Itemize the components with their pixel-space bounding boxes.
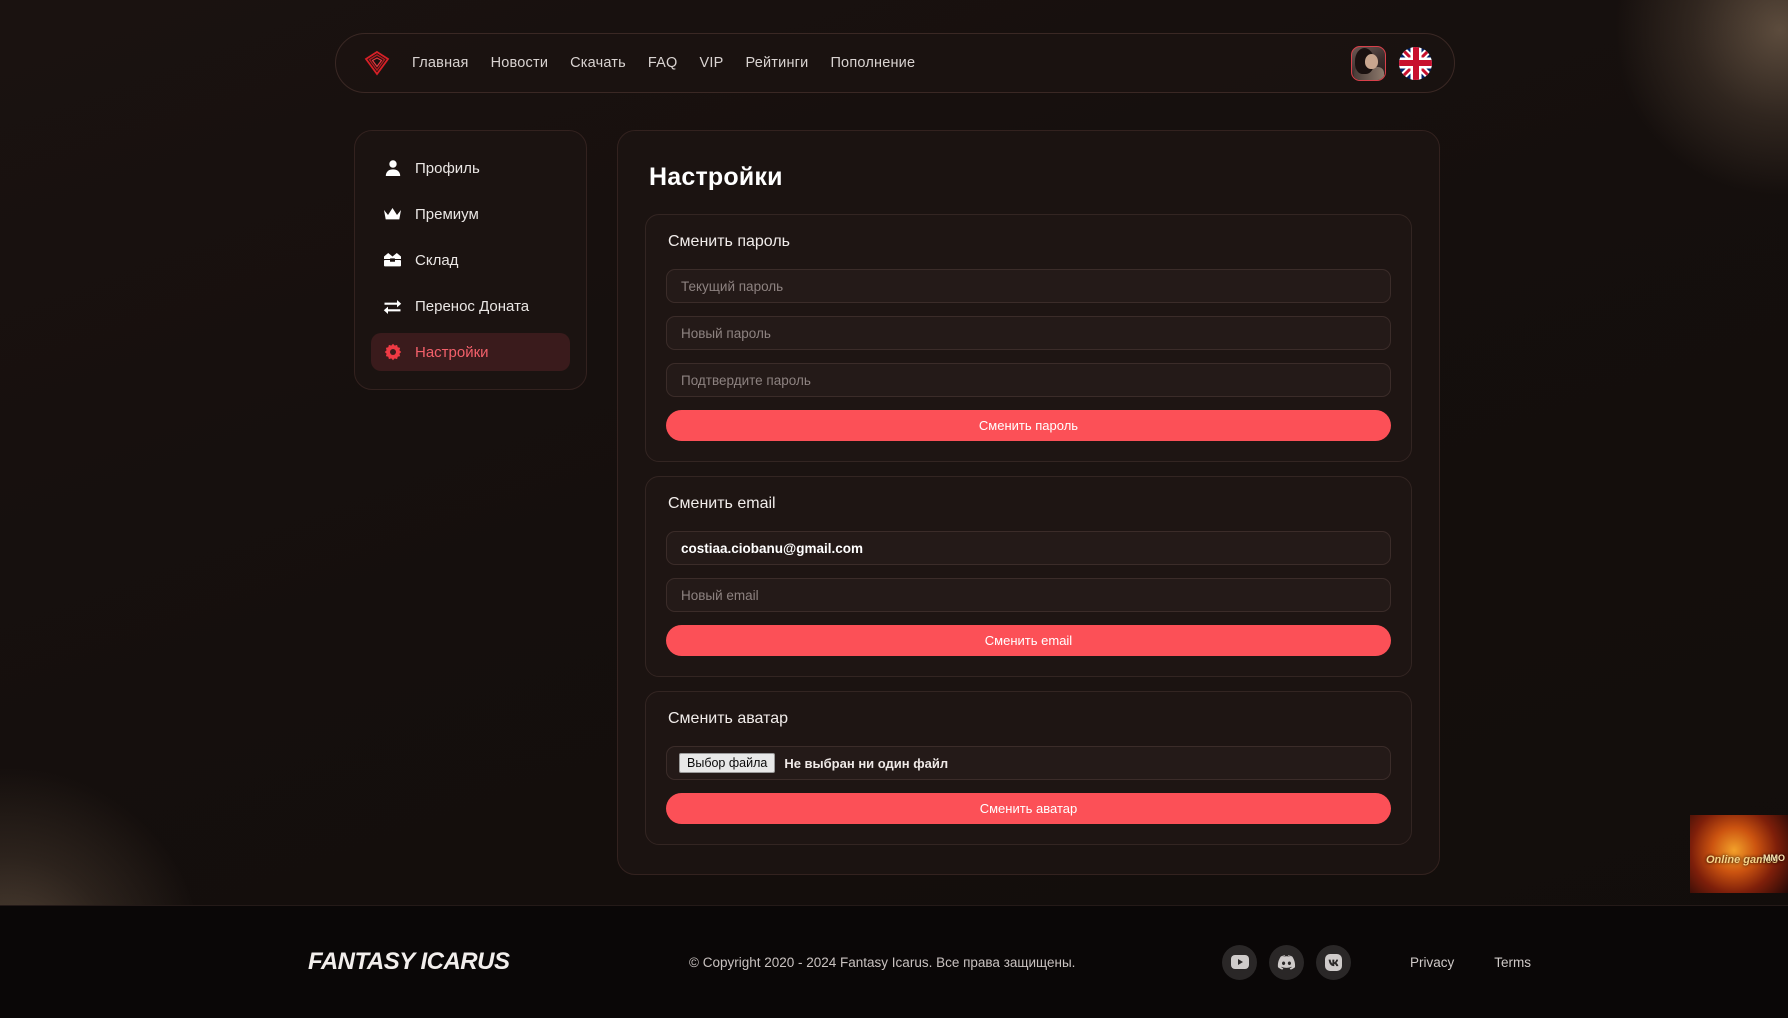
footer: FANTASY ICARUS © Copyright 2020 - 2024 F… bbox=[0, 905, 1788, 1018]
avatar-face bbox=[1365, 53, 1378, 69]
banner-ad[interactable]: Online games MMO bbox=[1690, 815, 1788, 893]
change-email-title: Сменить email bbox=[668, 495, 776, 512]
change-avatar-button[interactable]: Сменить аватар bbox=[666, 793, 1391, 824]
youtube-icon bbox=[1230, 955, 1249, 969]
flag-cross-red-h bbox=[1399, 60, 1432, 66]
sidebar-item-label: Перенос Доната bbox=[415, 297, 530, 315]
discord-icon bbox=[1277, 954, 1296, 970]
change-avatar-title: Сменить аватар bbox=[668, 710, 789, 727]
page-title: Настройки bbox=[649, 163, 783, 191]
nav-link-faq[interactable]: FAQ bbox=[648, 55, 678, 71]
change-password-button[interactable]: Сменить пароль bbox=[666, 410, 1391, 441]
change-avatar-section: Сменить аватар Выбор файла Не выбран ни … bbox=[645, 691, 1412, 845]
footer-copyright: © Copyright 2020 - 2024 Fantasy Icarus. … bbox=[689, 954, 1076, 970]
nav-link-vip[interactable]: VIP bbox=[700, 55, 724, 71]
user-icon bbox=[383, 159, 402, 178]
sidebar-item-label: Профиль bbox=[415, 159, 480, 177]
top-navigation-bar: Главная Новости Скачать FAQ VIP Рейтинги… bbox=[335, 33, 1455, 93]
box-icon bbox=[383, 251, 402, 270]
youtube-link[interactable] bbox=[1222, 944, 1257, 980]
nav-link-novosti[interactable]: Новости bbox=[491, 55, 549, 71]
nav-link-skachat[interactable]: Скачать bbox=[570, 55, 626, 71]
nav-link-popolnenie[interactable]: Пополнение bbox=[830, 55, 915, 71]
avatar-file-input[interactable]: Выбор файла Не выбран ни один файл bbox=[666, 746, 1391, 780]
vk-icon bbox=[1325, 953, 1342, 971]
sidebar-item-warehouse[interactable]: Склад bbox=[371, 241, 570, 279]
sidebar-item-label: Настройки bbox=[415, 343, 489, 361]
settings-panel: Настройки Сменить пароль Сменить пароль … bbox=[617, 130, 1440, 875]
nav-link-glavnaya[interactable]: Главная bbox=[412, 55, 469, 71]
new-email-input[interactable] bbox=[666, 578, 1391, 612]
current-password-input[interactable] bbox=[666, 269, 1391, 303]
sidebar: Профиль Премиум Склад Перенос Доната Нас… bbox=[354, 130, 587, 390]
diamond-gem-logo-icon bbox=[364, 50, 390, 76]
sidebar-item-label: Премиум bbox=[415, 205, 479, 223]
file-status-label: Не выбран ни один файл bbox=[784, 755, 949, 771]
site-logo[interactable] bbox=[362, 48, 392, 78]
confirm-password-input[interactable] bbox=[666, 363, 1391, 397]
exchange-icon bbox=[383, 297, 402, 316]
sidebar-item-premium[interactable]: Премиум bbox=[371, 195, 570, 233]
uk-flag-icon[interactable] bbox=[1399, 46, 1432, 80]
nav-links: Главная Новости Скачать FAQ VIP Рейтинги… bbox=[412, 55, 1351, 71]
change-email-section: Сменить email Сменить email bbox=[645, 476, 1412, 677]
crown-icon bbox=[383, 205, 402, 224]
choose-file-button[interactable]: Выбор файла bbox=[679, 753, 776, 773]
sidebar-item-settings[interactable]: Настройки bbox=[371, 333, 570, 371]
change-password-title: Сменить пароль bbox=[668, 233, 791, 250]
nav-link-reytingi[interactable]: Рейтинги bbox=[746, 55, 809, 71]
sidebar-item-profile[interactable]: Профиль bbox=[371, 149, 570, 187]
user-avatar[interactable] bbox=[1351, 45, 1386, 81]
change-email-button[interactable]: Сменить email bbox=[666, 625, 1391, 656]
new-password-input[interactable] bbox=[666, 316, 1391, 350]
current-email-input[interactable] bbox=[666, 531, 1391, 565]
sidebar-item-label: Склад bbox=[415, 251, 459, 269]
change-password-section: Сменить пароль Сменить пароль bbox=[645, 214, 1412, 462]
gear-icon bbox=[383, 343, 402, 362]
discord-link[interactable] bbox=[1269, 944, 1304, 980]
footer-links: Privacy Terms bbox=[1410, 955, 1531, 970]
privacy-link[interactable]: Privacy bbox=[1410, 955, 1454, 970]
vk-link[interactable] bbox=[1316, 944, 1351, 980]
banner-ad-line2: MMO bbox=[1763, 853, 1785, 863]
sidebar-item-donate-transfer[interactable]: Перенос Доната bbox=[371, 287, 570, 325]
footer-socials bbox=[1222, 944, 1351, 980]
terms-link[interactable]: Terms bbox=[1494, 955, 1531, 970]
footer-logo: FANTASY ICARUS bbox=[308, 948, 510, 975]
nav-right-group bbox=[1351, 45, 1432, 81]
